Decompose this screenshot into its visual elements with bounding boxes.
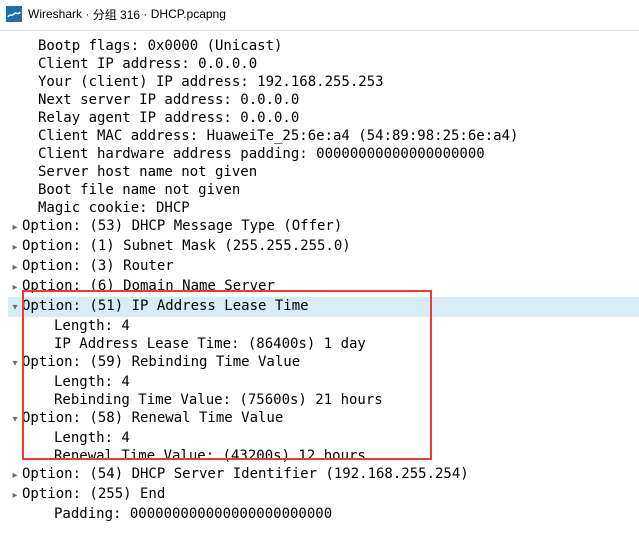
tree-row-label: Option: (1) Subnet Mask (255.255.255.0) (22, 237, 639, 255)
tree-row[interactable]: Client MAC address: HuaweiTe_25:6e:a4 (5… (8, 127, 639, 145)
tree-row[interactable]: ▸Option: (255) End (8, 485, 639, 505)
tree-twisty-open-icon[interactable]: ▾ (8, 299, 22, 317)
tree-row-label: Rebinding Time Value: (75600s) 21 hours (54, 391, 639, 409)
packet-details-tree[interactable]: Bootp flags: 0x0000 (Unicast)Client IP a… (0, 37, 639, 533)
tree-row-label: Length: 4 (54, 373, 639, 391)
tree-row[interactable]: ▾Option: (59) Rebinding Time Value (8, 353, 639, 373)
title-app: Wireshark (28, 7, 82, 21)
tree-row-label: Client MAC address: HuaweiTe_25:6e:a4 (5… (38, 127, 639, 145)
tree-row[interactable]: ▾Option: (51) IP Address Lease Time (8, 297, 639, 317)
tree-twisty-closed-icon[interactable]: ▸ (8, 279, 22, 297)
tree-row-label: Client IP address: 0.0.0.0 (38, 55, 639, 73)
tree-row-label: Boot file name not given (38, 181, 639, 199)
tree-row[interactable]: ▾Option: (58) Renewal Time Value (8, 409, 639, 429)
tree-twisty-closed-icon[interactable]: ▸ (8, 219, 22, 237)
tree-row-label: Next server IP address: 0.0.0.0 (38, 91, 639, 109)
tree-row[interactable]: Your (client) IP address: 192.168.255.25… (8, 73, 639, 91)
tree-row[interactable]: Length: 4 (8, 317, 639, 335)
tree-twisty-open-icon[interactable]: ▾ (8, 411, 22, 429)
title-separator (0, 30, 639, 31)
tree-row[interactable]: Bootp flags: 0x0000 (Unicast) (8, 37, 639, 55)
tree-row[interactable]: ▸Option: (6) Domain Name Server (8, 277, 639, 297)
tree-twisty-closed-icon[interactable]: ▸ (8, 487, 22, 505)
tree-twisty-closed-icon[interactable]: ▸ (8, 259, 22, 277)
tree-twisty-open-icon[interactable]: ▾ (8, 355, 22, 373)
tree-row-label: IP Address Lease Time: (86400s) 1 day (54, 335, 639, 353)
tree-row-label: Option: (58) Renewal Time Value (22, 409, 639, 427)
title-packet: 分组 316 (93, 6, 140, 23)
tree-row[interactable]: ▸Option: (1) Subnet Mask (255.255.255.0) (8, 237, 639, 257)
tree-row[interactable]: Magic cookie: DHCP (8, 199, 639, 217)
tree-row-label: Option: (53) DHCP Message Type (Offer) (22, 217, 639, 235)
tree-row-label: Option: (59) Rebinding Time Value (22, 353, 639, 371)
tree-row-label: Option: (3) Router (22, 257, 639, 275)
tree-row[interactable]: Client IP address: 0.0.0.0 (8, 55, 639, 73)
tree-row[interactable]: Client hardware address padding: 0000000… (8, 145, 639, 163)
tree-row-label: Length: 4 (54, 317, 639, 335)
tree-row[interactable]: Length: 4 (8, 373, 639, 391)
tree-row-label: Option: (6) Domain Name Server (22, 277, 639, 295)
tree-twisty-closed-icon[interactable]: ▸ (8, 467, 22, 485)
tree-row-label: Your (client) IP address: 192.168.255.25… (38, 73, 639, 91)
tree-row-label: Magic cookie: DHCP (38, 199, 639, 217)
tree-row-label: Relay agent IP address: 0.0.0.0 (38, 109, 639, 127)
tree-row[interactable]: ▸Option: (54) DHCP Server Identifier (19… (8, 465, 639, 485)
tree-row[interactable]: Next server IP address: 0.0.0.0 (8, 91, 639, 109)
tree-row[interactable]: ▸Option: (53) DHCP Message Type (Offer) (8, 217, 639, 237)
title-file: DHCP.pcapng (151, 7, 226, 21)
tree-row-label: Option: (51) IP Address Lease Time (22, 297, 639, 315)
tree-row[interactable]: ▸Option: (3) Router (8, 257, 639, 277)
tree-row[interactable]: Padding: 000000000000000000000000 (8, 505, 639, 523)
tree-row[interactable]: Rebinding Time Value: (75600s) 21 hours (8, 391, 639, 409)
tree-row[interactable]: Relay agent IP address: 0.0.0.0 (8, 109, 639, 127)
wireshark-icon (6, 6, 22, 22)
window-titlebar[interactable]: Wireshark · 分组 316 · DHCP.pcapng (0, 0, 639, 28)
tree-twisty-closed-icon[interactable]: ▸ (8, 239, 22, 257)
tree-row[interactable]: Boot file name not given (8, 181, 639, 199)
tree-row-label: Option: (255) End (22, 485, 639, 503)
tree-row-label: Option: (54) DHCP Server Identifier (192… (22, 465, 639, 483)
tree-row-label: Padding: 000000000000000000000000 (54, 505, 639, 523)
tree-row-label: Server host name not given (38, 163, 639, 181)
tree-row-label: Bootp flags: 0x0000 (Unicast) (38, 37, 639, 55)
tree-row[interactable]: Renewal Time Value: (43200s) 12 hours (8, 447, 639, 465)
tree-row-label: Length: 4 (54, 429, 639, 447)
tree-row[interactable]: Server host name not given (8, 163, 639, 181)
tree-row-label: Client hardware address padding: 0000000… (38, 145, 639, 163)
tree-row[interactable]: IP Address Lease Time: (86400s) 1 day (8, 335, 639, 353)
tree-row-label: Renewal Time Value: (43200s) 12 hours (54, 447, 639, 465)
tree-row[interactable]: Length: 4 (8, 429, 639, 447)
